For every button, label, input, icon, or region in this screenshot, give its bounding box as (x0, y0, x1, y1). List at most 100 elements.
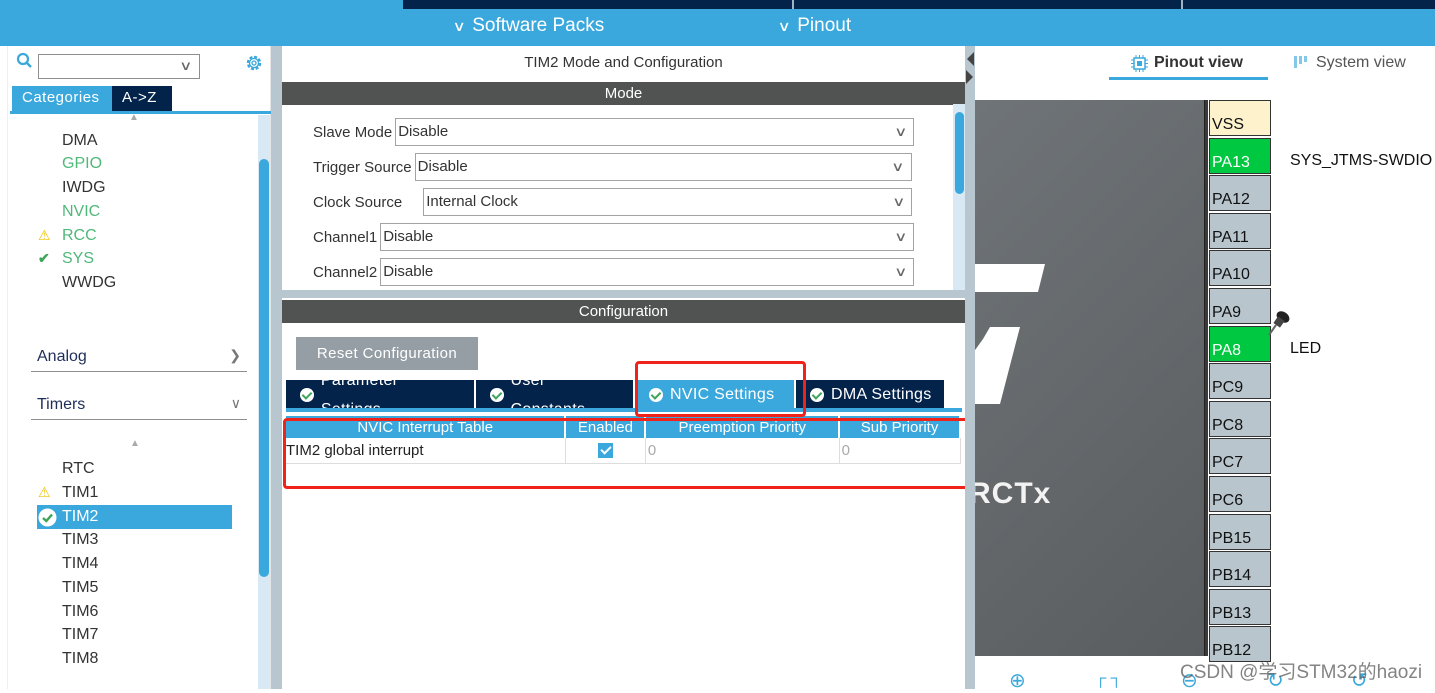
column-header-preemption[interactable]: Preemption Priority (645, 416, 841, 438)
section-analog[interactable]: Analog ❯ (31, 346, 247, 372)
chip-edge (1204, 100, 1208, 656)
section-timers[interactable]: Timers ∨ (31, 394, 247, 420)
sidebar-item-nvic[interactable]: NVIC (62, 201, 100, 223)
zoom-in-icon[interactable]: ⊕ (1009, 668, 1026, 693)
pinout-view-label: Pinout view (1154, 54, 1243, 71)
sidebar-item-tim3[interactable]: TIM3 (62, 529, 98, 551)
pin-pb14[interactable]: PB14 (1209, 551, 1271, 588)
active-view-underline (1109, 77, 1268, 80)
column-header-interrupt[interactable]: NVIC Interrupt Table (286, 416, 567, 438)
pin-pc9[interactable]: PC9 (1209, 363, 1271, 400)
sidebar-item-tim6[interactable]: TIM6 (62, 601, 98, 623)
column-header-enabled[interactable]: Enabled (565, 416, 647, 438)
chevron-right-icon: ❯ (229, 347, 241, 363)
channel1-value: Disable (383, 228, 434, 245)
sidebar-scrollbar-thumb[interactable] (259, 159, 269, 577)
software-packs-menu[interactable]: ∨ Software Packs (452, 15, 604, 37)
sidebar-item-tim7[interactable]: TIM7 (62, 624, 98, 646)
sidebar-item-tim4[interactable]: TIM4 (62, 553, 98, 575)
interrupt-name: TIM2 global interrupt (286, 438, 566, 464)
pin-vss[interactable]: VSS (1209, 100, 1271, 136)
tabs-underline (286, 408, 962, 412)
tab-system-view[interactable]: System view (1293, 54, 1406, 72)
tab-parameter-settings[interactable]: Parameter Settings (286, 372, 474, 418)
sidebar-item-dma[interactable]: DMA (62, 130, 98, 152)
chip-icon (1131, 54, 1148, 72)
pin-pb15[interactable]: PB15 (1209, 513, 1271, 550)
fit-to-screen-icon[interactable]: ┌ ┐ (1095, 670, 1122, 688)
chevron-down-icon: ∨ (893, 124, 908, 139)
clock-source-select[interactable]: Internal Clock ∨ (423, 188, 913, 216)
column-header-sub-priority[interactable]: Sub Priority (839, 416, 961, 438)
chip-part-text: RCTx (975, 477, 1052, 510)
search-icon[interactable] (16, 52, 34, 70)
trigger-source-select[interactable]: Disable ∨ (414, 153, 912, 181)
sidebar-item-wwdg[interactable]: WWDG (62, 272, 116, 294)
search-combobox[interactable]: ∨ (38, 54, 200, 79)
tab-user-constants[interactable]: User Constants (476, 372, 633, 418)
section-timers-label: Timers (37, 396, 86, 413)
slave-mode-row: Slave Mode Disable ∨ (313, 118, 915, 146)
mcu-chip-body[interactable]: RCTx (975, 100, 1205, 656)
tab-pinout-view[interactable]: Pinout view (1131, 54, 1243, 72)
sidebar-item-tim2[interactable]: TIM2 (62, 506, 98, 528)
check-circle-icon (490, 387, 504, 402)
tab-nvic-settings[interactable]: NVIC Settings (635, 380, 794, 409)
section-splitter[interactable] (282, 290, 965, 298)
chevron-down-icon: ∨ (777, 17, 791, 34)
enabled-checkbox[interactable] (597, 443, 613, 459)
sidebar-item-rcc[interactable]: RCC (62, 225, 97, 247)
sidebar-item-tim5[interactable]: TIM5 (62, 577, 98, 599)
pin-pa9[interactable]: PA9 (1209, 288, 1271, 324)
pin-pa8[interactable]: PA8 (1209, 325, 1271, 362)
sidebar-item-iwdg[interactable]: IWDG (62, 177, 106, 199)
pin-pa13[interactable]: PA13 (1209, 137, 1271, 174)
tabs-underline (10, 111, 272, 114)
tab-divider (1181, 0, 1183, 9)
panel-splitter[interactable] (965, 46, 975, 689)
pin-pc6[interactable]: PC6 (1209, 476, 1271, 512)
preemption-priority-cell[interactable]: 0 (645, 438, 840, 464)
clock-source-row: Clock Source Internal Clock ∨ (313, 188, 913, 216)
sidebar-item-gpio[interactable]: GPIO (62, 153, 102, 175)
sidebar-item-tim1[interactable]: TIM1 (62, 482, 98, 504)
slave-mode-select[interactable]: Disable ∨ (395, 118, 915, 146)
trigger-source-value: Disable (417, 158, 468, 175)
left-gutter (0, 46, 8, 689)
scroll-up-indicator-icon[interactable]: ▲ (129, 112, 139, 123)
sidebar-item-tim8[interactable]: TIM8 (62, 648, 98, 670)
pin-pa10[interactable]: PA10 (1209, 250, 1271, 287)
channel2-select[interactable]: Disable ∨ (380, 258, 915, 286)
tab-categories[interactable]: Categories (12, 86, 112, 112)
categories-sidebar: ∨ Categories A->Z ▲ DMA GPIO IWDG NVIC ⚠… (8, 46, 272, 689)
tab-a-to-z[interactable]: A->Z (112, 86, 172, 112)
pin-pb13[interactable]: PB13 (1209, 588, 1271, 625)
channel1-select[interactable]: Disable ∨ (380, 223, 915, 251)
tab-dma-settings[interactable]: DMA Settings (796, 380, 944, 409)
top-toolbar (0, 0, 1435, 9)
pin-pc7[interactable]: PC7 (1209, 438, 1271, 475)
enabled-cell (565, 438, 646, 464)
panel-title: TIM2 Mode and Configuration (524, 54, 723, 71)
sub-priority-cell[interactable]: 0 (839, 438, 961, 464)
gear-icon[interactable] (244, 53, 264, 73)
channel2-label: Channel2 (313, 263, 378, 281)
pin-pa11[interactable]: PA11 (1209, 212, 1271, 249)
warning-icon: ⚠ (38, 227, 51, 243)
mode-scrollbar-thumb[interactable] (955, 112, 964, 194)
collapse-expand-icon[interactable] (965, 48, 975, 88)
sidebar-item-rtc[interactable]: RTC (62, 458, 95, 480)
system-view-label: System view (1316, 54, 1406, 71)
sort-arrows-icon[interactable]: ▲ (130, 438, 140, 449)
trigger-source-row: Trigger Source Disable ∨ (313, 153, 912, 181)
checkmark-icon: ✔ (38, 250, 50, 266)
tab-dma-settings-label: DMA Settings (831, 386, 932, 403)
sidebar-item-sys[interactable]: SYS (62, 248, 94, 270)
pin-pa12[interactable]: PA12 (1209, 175, 1271, 212)
pinout-menu[interactable]: ∨ Pinout (777, 15, 851, 37)
pin-pc8[interactable]: PC8 (1209, 400, 1271, 437)
table-row[interactable]: TIM2 global interrupt 0 0 (286, 438, 961, 464)
chevron-down-icon: ∨ (452, 17, 466, 34)
warning-icon: ⚠ (38, 484, 51, 500)
panel-splitter[interactable] (271, 46, 282, 689)
